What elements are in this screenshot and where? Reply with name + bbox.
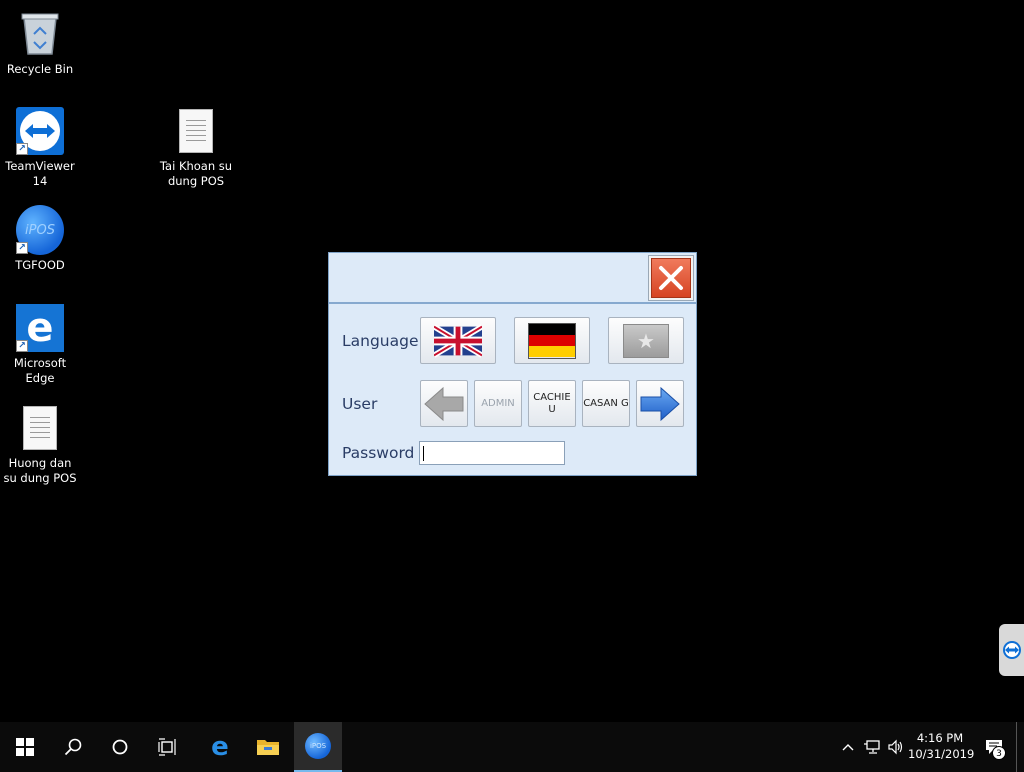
close-button[interactable] bbox=[648, 255, 694, 301]
password-label: Password bbox=[342, 444, 415, 462]
ipos-icon: iPOS bbox=[305, 733, 331, 759]
desktop-icon-label: TeamViewer 14 bbox=[5, 159, 75, 188]
user-admin-button[interactable]: ADMIN bbox=[474, 380, 522, 427]
password-input[interactable] bbox=[419, 441, 565, 465]
clock-time: 4:16 PM bbox=[916, 731, 964, 745]
clock[interactable]: 4:16 PM 10/31/2019 bbox=[908, 730, 975, 762]
uk-flag-icon bbox=[434, 323, 482, 358]
clock-date: 10/31/2019 bbox=[908, 747, 975, 761]
search-button[interactable] bbox=[50, 722, 96, 772]
language-german-button[interactable] bbox=[514, 317, 590, 364]
previous-user-button[interactable] bbox=[420, 380, 468, 427]
folder-icon bbox=[257, 740, 279, 755]
edge-icon: e ↗ bbox=[16, 304, 64, 352]
arrow-left-icon bbox=[424, 386, 464, 421]
recycle-bin-icon bbox=[16, 10, 64, 58]
shortcut-arrow-icon: ↗ bbox=[16, 340, 28, 352]
start-button[interactable] bbox=[0, 722, 50, 772]
desktop-icon-tgfood[interactable]: iPOS ↗ TGFOOD bbox=[1, 205, 79, 273]
arrow-right-icon bbox=[640, 386, 680, 421]
shortcut-arrow-icon: ↗ bbox=[16, 143, 28, 155]
cortana-circle-icon bbox=[112, 739, 128, 755]
notification-count-badge: 3 bbox=[992, 746, 1006, 760]
teamviewer-side-tab[interactable] bbox=[999, 624, 1024, 676]
user-cachieu-button[interactable]: CACHIE U bbox=[528, 380, 576, 427]
taskbar: e iPOS 4:16 PM 10/31/2019 3 bbox=[0, 722, 1024, 772]
desktop-icon-label: TGFOOD bbox=[15, 258, 65, 272]
desktop-icon-teamviewer[interactable]: ↗ TeamViewer 14 bbox=[1, 107, 79, 189]
teamviewer-icon: ↗ bbox=[16, 107, 64, 155]
desktop-icon-microsoft-edge[interactable]: e ↗ Microsoft Edge bbox=[1, 304, 79, 386]
taskbar-ipos-button[interactable]: iPOS bbox=[294, 722, 342, 772]
text-document-icon bbox=[16, 404, 64, 452]
close-icon bbox=[651, 258, 691, 298]
text-caret bbox=[423, 446, 424, 461]
teamviewer-icon bbox=[1002, 641, 1021, 659]
ipos-icon-label: iPOS bbox=[309, 742, 327, 750]
tgfood-icon: iPOS ↗ bbox=[16, 205, 64, 255]
desktop-icon-label: Recycle Bin bbox=[6, 62, 74, 76]
desktop-icon-tai-khoan[interactable]: Tai Khoan su dung POS bbox=[157, 107, 235, 189]
desktop-icon-label: Tai Khoan su dung POS bbox=[159, 159, 233, 188]
user-casang-button[interactable]: CASAN G bbox=[582, 380, 630, 427]
text-document-icon bbox=[172, 107, 220, 155]
chevron-up-icon bbox=[842, 744, 854, 751]
windows-logo-icon bbox=[16, 738, 34, 756]
dialog-header bbox=[329, 253, 696, 304]
search-icon bbox=[64, 738, 82, 756]
desktop-icon-label: Microsoft Edge bbox=[13, 356, 67, 385]
login-dialog: Language ★ User ADMIN CACHIE U CASAN G P… bbox=[328, 252, 697, 476]
shortcut-arrow-icon: ↗ bbox=[16, 242, 28, 254]
task-view-button[interactable] bbox=[144, 722, 192, 772]
speaker-icon bbox=[888, 739, 903, 755]
show-desktop-button[interactable] bbox=[1016, 722, 1024, 772]
desktop-icon-label: Huong dan su dung POS bbox=[3, 456, 77, 485]
language-other-button[interactable]: ★ bbox=[608, 317, 684, 364]
star-icon: ★ bbox=[623, 323, 669, 358]
network-button[interactable] bbox=[860, 722, 884, 772]
language-label: Language bbox=[342, 332, 419, 350]
taskbar-edge-button[interactable]: e bbox=[196, 722, 244, 772]
task-view-icon bbox=[158, 738, 176, 756]
taskbar-file-explorer-button[interactable] bbox=[244, 722, 292, 772]
network-icon bbox=[864, 740, 880, 754]
language-english-button[interactable] bbox=[420, 317, 496, 364]
desktop-icon-recycle-bin[interactable]: Recycle Bin bbox=[1, 10, 79, 77]
action-center-button[interactable]: 3 bbox=[980, 722, 1008, 772]
cortana-button[interactable] bbox=[96, 722, 144, 772]
user-label: User bbox=[342, 395, 378, 413]
desktop-icon-huong-dan[interactable]: Huong dan su dung POS bbox=[1, 404, 79, 486]
edge-icon: e bbox=[211, 732, 229, 762]
show-hidden-icons-button[interactable] bbox=[838, 722, 858, 772]
next-user-button[interactable] bbox=[636, 380, 684, 427]
volume-button[interactable] bbox=[884, 722, 908, 772]
german-flag-icon bbox=[528, 322, 576, 359]
